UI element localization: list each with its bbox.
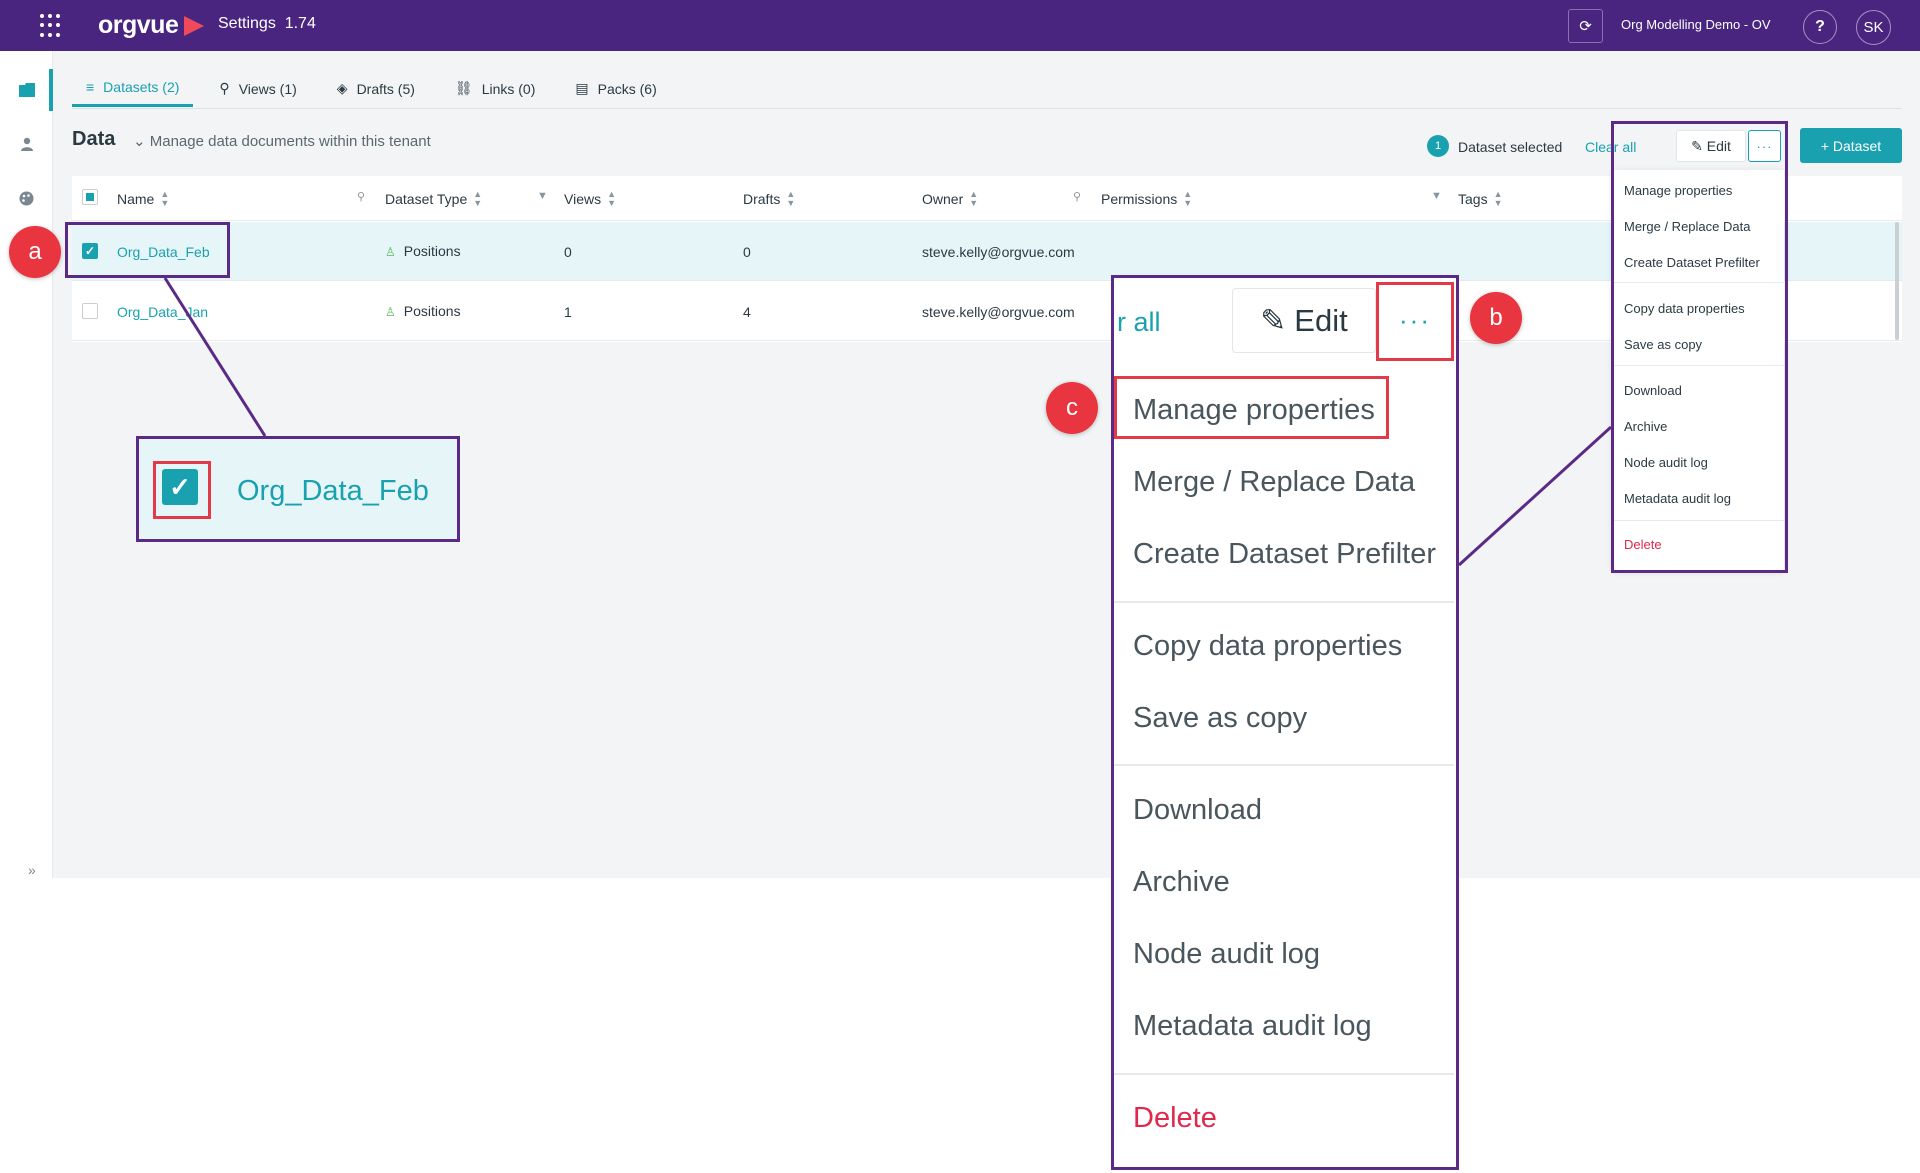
orgvue-logo[interactable]: orgvue <box>98 11 205 40</box>
search-icon[interactable]: ⚲ <box>357 190 365 203</box>
tenant-selector[interactable]: Org Modelling Demo - OV <box>1621 17 1771 32</box>
callout-label-c: c <box>1046 382 1098 434</box>
column-header-label: Name <box>117 191 155 207</box>
column-header-tags[interactable]: Tags ▲ ▼ <box>1458 190 1503 208</box>
sort-icon[interactable]: ▲ ▼ <box>1183 190 1192 208</box>
tab-packs[interactable]: ▤ Packs (6) <box>561 70 670 107</box>
dataset-type-text: Positions <box>403 243 461 259</box>
sort-icon[interactable]: ▲ ▼ <box>969 190 978 208</box>
dataset-name-link[interactable]: Org_Data_Jan <box>117 304 208 320</box>
positions-icon: ♙ <box>385 245 396 259</box>
app-version: 1.74 <box>284 15 316 32</box>
tab-datasets[interactable]: ≡ Datasets (2) <box>72 70 194 107</box>
layers-icon: ◈ <box>336 80 348 96</box>
column-header-label: Dataset Type <box>385 191 468 207</box>
owner-cell: steve.kelly@orgvue.com <box>922 304 1075 320</box>
column-header-label: Views <box>564 191 602 207</box>
pack-icon: ▤ <box>575 80 589 96</box>
sort-icon[interactable]: ▲ ▼ <box>786 190 795 208</box>
sort-icon[interactable]: ▲ ▼ <box>607 190 616 208</box>
dataset-type-cell: ♙ Positions <box>385 303 461 319</box>
sort-icon[interactable]: ▲ ▼ <box>473 190 482 208</box>
tab-drafts[interactable]: ◈ Drafts (5) <box>323 70 429 107</box>
column-header-label: Drafts <box>743 191 781 207</box>
app-launcher-icon[interactable] <box>40 14 64 38</box>
zoom-checkbox-icon: ✓ <box>162 469 198 505</box>
tab-drafts-label: Drafts (5) <box>356 80 415 97</box>
column-header-dataset-type[interactable]: Dataset Type ▲ ▼ <box>385 190 482 208</box>
callout-a-highlight <box>65 222 230 278</box>
callout-label-a: a <box>9 226 61 278</box>
help-button[interactable]: ? <box>1803 10 1837 44</box>
views-cell: 1 <box>564 304 572 320</box>
user-avatar[interactable]: SK <box>1856 10 1891 45</box>
page-subtitle[interactable]: ⌄ Manage data documents within this tena… <box>133 132 431 150</box>
chevron-down-icon: ⌄ <box>133 133 146 150</box>
column-header-label: Permissions <box>1101 191 1178 207</box>
pin-icon: ⚲ <box>219 80 230 96</box>
tab-views-label: Views (1) <box>238 80 297 97</box>
logo-mark-icon <box>184 15 205 36</box>
add-dataset-button[interactable]: + Dataset <box>1800 128 1902 163</box>
dataset-type-cell: ♙ Positions <box>385 243 461 259</box>
views-cell: 0 <box>564 244 572 260</box>
sync-button[interactable]: ⟳ <box>1568 9 1603 43</box>
row-checkbox[interactable] <box>82 303 98 319</box>
column-header-drafts[interactable]: Drafts ▲ ▼ <box>743 190 795 208</box>
column-header-views[interactable]: Views ▲ ▼ <box>564 190 616 208</box>
link-icon: ⛓ <box>454 80 473 96</box>
sort-icon[interactable]: ▲ ▼ <box>160 190 169 208</box>
selected-count-badge: 1 <box>1427 135 1449 157</box>
owner-cell: steve.kelly@orgvue.com <box>922 244 1075 260</box>
sync-icon: ⟳ <box>1579 18 1592 35</box>
drafts-cell: 0 <box>743 244 751 260</box>
page-subtitle-text: Manage data documents within this tenant <box>149 133 431 150</box>
column-header-owner[interactable]: Owner ▲ ▼ <box>922 190 978 208</box>
column-header-label: Tags <box>1458 191 1488 207</box>
app-title-text: Settings <box>218 15 276 32</box>
tab-datasets-label: Datasets (2) <box>103 79 180 95</box>
callout-b-highlight <box>1611 121 1788 573</box>
column-header-label: Owner <box>922 191 964 207</box>
palette-icon[interactable] <box>0 178 53 218</box>
app-title: Settings 1.74 <box>218 15 316 33</box>
users-icon[interactable] <box>0 124 53 164</box>
drafts-cell: 4 <box>743 304 751 320</box>
database-icon: ≡ <box>86 79 95 95</box>
callout-label-b: b <box>1470 292 1522 344</box>
tab-links-label: Links (0) <box>481 80 536 97</box>
search-icon[interactable]: ⚲ <box>1073 190 1081 203</box>
zoom-dataset-name: Org_Data_Feb <box>237 475 429 507</box>
dataset-type-text: Positions <box>403 303 461 319</box>
column-header-name[interactable]: Name ▲ ▼ <box>117 190 169 208</box>
page-title: Data <box>72 128 116 150</box>
filter-icon[interactable]: ▼ <box>537 190 548 202</box>
zoom-panel-menu-border <box>1111 275 1459 1170</box>
column-header-permissions[interactable]: Permissions ▲ ▼ <box>1101 190 1192 208</box>
left-nav <box>0 51 53 878</box>
tabs-divider <box>72 108 1902 109</box>
select-all-checkbox[interactable] <box>82 189 98 205</box>
folder-icon[interactable] <box>0 70 53 110</box>
logo-text: orgvue <box>98 11 179 39</box>
tab-bar: ≡ Datasets (2) ⚲ Views (1) ◈ Drafts (5) … <box>72 70 683 108</box>
tab-links[interactable]: ⛓ Links (0) <box>441 70 549 107</box>
selected-text: Dataset selected <box>1458 139 1563 155</box>
filter-icon[interactable]: ▼ <box>1431 190 1442 202</box>
positions-icon: ♙ <box>385 305 396 319</box>
sort-icon[interactable]: ▲ ▼ <box>1494 190 1503 208</box>
tab-packs-label: Packs (6) <box>597 80 657 97</box>
tab-views[interactable]: ⚲ Views (1) <box>205 70 310 107</box>
table-scrollbar[interactable] <box>1895 222 1899 340</box>
expand-nav-icon[interactable]: » <box>28 862 36 878</box>
